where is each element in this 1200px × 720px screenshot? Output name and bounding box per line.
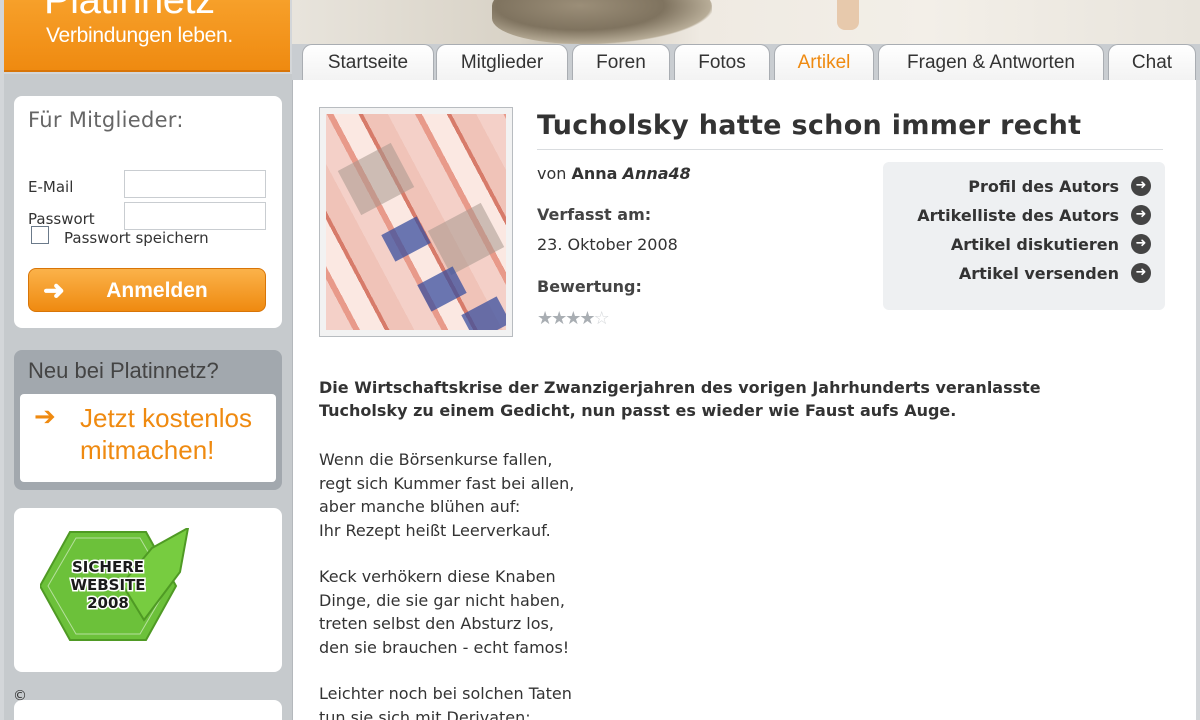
written-date: 23. Oktober 2008 bbox=[537, 235, 678, 254]
article-image bbox=[319, 107, 513, 337]
tab-foren[interactable]: Foren bbox=[572, 44, 670, 80]
poem-line: tun sie sich mit Derivaten: bbox=[319, 707, 531, 720]
star-icon[interactable]: ★ bbox=[579, 308, 595, 329]
action-label: Artikel diskutieren bbox=[950, 234, 1119, 254]
seal-line-3: 2008 bbox=[87, 594, 129, 612]
poem-stanza: Wenn die Börsenkurse fallen, regt sich K… bbox=[319, 448, 919, 542]
tab-artikel[interactable]: Artikel bbox=[774, 44, 874, 80]
tab-fragen-antworten[interactable]: Fragen & Antworten bbox=[878, 44, 1104, 80]
remember-password-label: Passwort speichern bbox=[64, 229, 209, 247]
banner-person-shape bbox=[492, 0, 712, 44]
euro-banknotes-picture bbox=[326, 114, 506, 330]
poem-line: Wenn die Börsenkurse fallen, bbox=[319, 450, 553, 469]
banknote-detail bbox=[381, 216, 431, 262]
banknote-detail bbox=[417, 266, 467, 312]
password-field[interactable] bbox=[124, 202, 266, 230]
brand-name: Platinnetz bbox=[44, 0, 215, 22]
login-title: Für Mitglieder: bbox=[28, 108, 184, 132]
signup-panel: Neu bei Platinnetz? ➔ Jetzt kostenlos mi… bbox=[14, 350, 282, 490]
article-poem: Wenn die Börsenkurse fallen, regt sich K… bbox=[319, 448, 919, 720]
main-navigation: Startseite Mitglieder Foren Fotos Artike… bbox=[292, 44, 1200, 80]
remember-password-checkbox[interactable] bbox=[31, 226, 49, 244]
article-lead: Die Wirtschaftskrise der Zwanzigerjahren… bbox=[319, 378, 1041, 420]
author-nickname[interactable]: Anna48 bbox=[623, 164, 691, 183]
arrow-right-icon: ➔ bbox=[34, 402, 56, 432]
author-profile-link[interactable]: Profil des Autors ➜ bbox=[968, 176, 1151, 196]
rating-label: Bewertung: bbox=[537, 277, 642, 296]
banknote-detail bbox=[461, 296, 506, 330]
star-icon[interactable]: ★ bbox=[537, 308, 553, 329]
article-title: Tucholsky hatte schon immer recht bbox=[537, 110, 1163, 150]
seal-line-1: SICHERE bbox=[72, 558, 144, 576]
signup-cta-label: Jetzt kostenlos mitmachen! bbox=[80, 403, 252, 465]
poem-line: treten selbst den Absturz los, bbox=[319, 614, 554, 633]
poem-line: Ihr Rezept heißt Leerverkauf. bbox=[319, 520, 551, 540]
tab-startseite[interactable]: Startseite bbox=[302, 44, 434, 80]
written-label: Verfasst am: bbox=[537, 205, 652, 224]
article-content: Tucholsky hatte schon immer recht von An… bbox=[292, 80, 1196, 720]
poem-line: Leichter noch bei solchen Taten bbox=[319, 684, 572, 703]
author-name[interactable]: Anna bbox=[572, 164, 618, 183]
poem-line: den sie brauchen - echt famos! bbox=[319, 637, 570, 657]
banknote-detail bbox=[337, 142, 415, 216]
tab-chat[interactable]: Chat bbox=[1108, 44, 1196, 80]
signup-button[interactable]: ➔ Jetzt kostenlos mitmachen! bbox=[20, 394, 276, 482]
arrow-right-circle-icon: ➜ bbox=[1131, 176, 1151, 196]
email-field[interactable] bbox=[124, 170, 266, 198]
discuss-article-link[interactable]: Artikel diskutieren ➜ bbox=[951, 234, 1151, 254]
author-articles-link[interactable]: Artikelliste des Autors ➜ bbox=[917, 205, 1151, 225]
action-label: Artikelliste des Autors bbox=[917, 205, 1119, 225]
article-byline: von Anna Anna48 bbox=[537, 164, 691, 183]
site-logo[interactable]: Platinnetz Verbindungen leben. bbox=[4, 0, 290, 72]
banknote-detail bbox=[427, 202, 505, 276]
sidebar-bottom-panel bbox=[14, 700, 282, 720]
action-label: Profil des Autors bbox=[968, 176, 1119, 196]
email-label: E-Mail bbox=[28, 178, 74, 196]
star-icon[interactable]: ★ bbox=[551, 308, 567, 329]
star-icon[interactable]: ☆ bbox=[594, 308, 610, 329]
signup-title: Neu bei Platinnetz? bbox=[28, 358, 219, 383]
byline-prefix: von bbox=[537, 164, 567, 183]
seal-line-2: WEBSITE bbox=[70, 576, 145, 594]
arrow-right-circle-icon: ➜ bbox=[1131, 205, 1151, 225]
poem-stanza: Keck verhökern diese Knaben Dinge, die s… bbox=[319, 565, 919, 659]
send-article-link[interactable]: Artikel versenden ➜ bbox=[959, 263, 1151, 283]
header-banner-image bbox=[292, 0, 1200, 44]
poem-line: Keck verhökern diese Knaben bbox=[319, 567, 556, 586]
login-button[interactable]: ➜ Anmelden bbox=[28, 268, 266, 312]
security-seal-panel: SICHERE WEBSITE 2008 bbox=[14, 508, 282, 672]
article-actions-panel: Profil des Autors ➜ Artikelliste des Aut… bbox=[883, 162, 1165, 310]
sidebar: Für Mitglieder: E-Mail Passwort Passwort… bbox=[4, 74, 292, 720]
brand-tagline: Verbindungen leben. bbox=[46, 24, 233, 47]
tab-mitglieder[interactable]: Mitglieder bbox=[436, 44, 568, 80]
tab-fotos[interactable]: Fotos bbox=[674, 44, 770, 80]
login-panel: Für Mitglieder: E-Mail Passwort Passwort… bbox=[14, 96, 282, 328]
arrow-right-circle-icon: ➜ bbox=[1131, 263, 1151, 283]
poem-line: aber manche blühen auf: bbox=[319, 497, 521, 516]
poem-line: Dinge, die sie gar nicht haben, bbox=[319, 590, 565, 610]
security-seal-icon[interactable]: SICHERE WEBSITE 2008 bbox=[40, 528, 200, 648]
login-button-label: Anmelden bbox=[106, 279, 208, 302]
copyright-icon: © bbox=[13, 688, 27, 704]
rating-stars[interactable]: ★★★★☆ bbox=[537, 308, 610, 329]
action-label: Artikel versenden bbox=[958, 263, 1119, 283]
poem-stanza: Leichter noch bei solchen Taten tun sie … bbox=[319, 682, 919, 720]
arrow-right-circle-icon: ➜ bbox=[1131, 234, 1151, 254]
banner-arm-shape bbox=[837, 0, 859, 30]
poem-line: regt sich Kummer fast bei allen, bbox=[319, 473, 575, 493]
star-icon[interactable]: ★ bbox=[565, 308, 581, 329]
